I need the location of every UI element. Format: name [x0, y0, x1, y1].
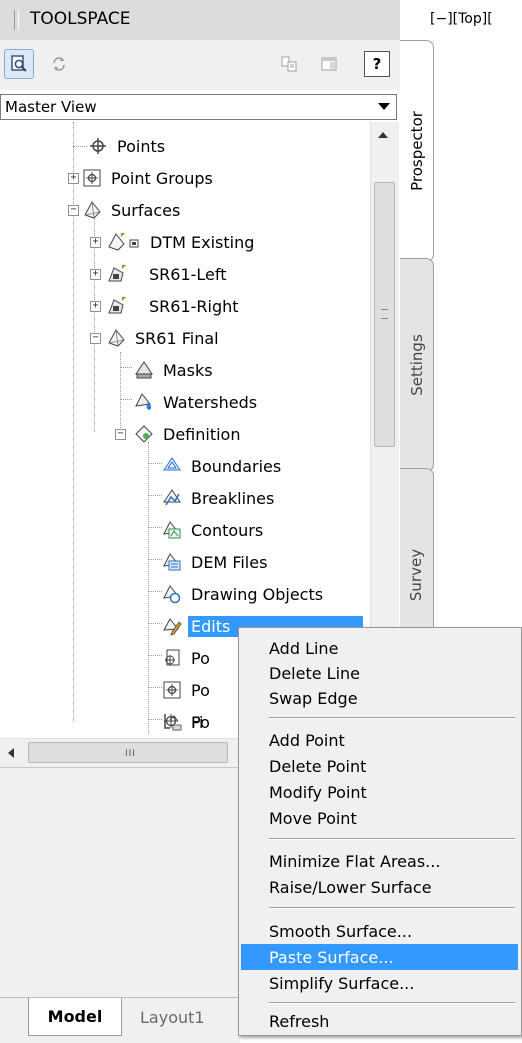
menu-item-delete-point[interactable]: Delete Point	[241, 753, 518, 779]
dem-files-icon	[163, 553, 181, 571]
layout-tab-bar: Model Layout1	[0, 997, 240, 1043]
contours-icon	[163, 521, 181, 539]
menu-separator	[269, 838, 515, 840]
menu-item-swap-edge[interactable]: Swap Edge	[241, 685, 518, 711]
expand-icon[interactable]: +	[90, 237, 101, 248]
tree-item-dem-files[interactable]: DEM Files	[162, 548, 270, 576]
copy-data-button[interactable]	[274, 49, 304, 79]
grid-surface-icon	[108, 297, 126, 314]
item-view-icon	[11, 55, 27, 72]
tree-item-points[interactable]: Points	[88, 132, 168, 160]
menu-item-raise-lower-surface[interactable]: Raise/Lower Surface	[241, 874, 518, 900]
definition-icon	[135, 425, 153, 443]
tree-item-contours[interactable]: Contours	[162, 516, 266, 544]
tree-item-dtm-existing[interactable]: DTM Existing	[106, 228, 257, 256]
menu-item-minimize-flat-areas[interactable]: Minimize Flat Areas...	[241, 848, 518, 874]
menu-item-modify-point[interactable]: Modify Point	[241, 779, 518, 805]
tree-item-figure-survey-queries[interactable]: Fi	[162, 708, 206, 736]
tree-item-masks[interactable]: Masks	[134, 356, 216, 384]
menu-item-add-point[interactable]: Add Point	[241, 727, 518, 753]
chevron-down-icon	[378, 103, 390, 110]
tree-item-surfaces[interactable]: Surfaces	[82, 196, 183, 224]
point-files-icon	[165, 649, 180, 666]
help-button[interactable]: ?	[364, 51, 390, 77]
view-selector-dropdown[interactable]: Master View	[0, 94, 397, 120]
breaklines-icon	[163, 489, 181, 506]
tree-item-sr61-right[interactable]: SR61-Right	[106, 292, 242, 320]
collapse-icon[interactable]: −	[115, 429, 126, 440]
item-view-button[interactable]	[4, 49, 34, 79]
tree-horizontal-scrollbar[interactable]: III	[0, 738, 238, 767]
figure-survey-queries-icon	[164, 714, 182, 731]
menu-item-simplify-surface[interactable]: Simplify Surface...	[241, 970, 518, 996]
viewport-controls-label[interactable]: [−][Top][	[430, 11, 493, 27]
tab-settings[interactable]: Settings	[400, 258, 434, 472]
tree-item-definition[interactable]: Definition	[134, 420, 243, 448]
tree-item-drawing-objects[interactable]: Drawing Objects	[162, 580, 326, 608]
tree-item-sr61-final[interactable]: SR61 Final	[106, 324, 222, 352]
tree-item-point-groups-def[interactable]: Po	[162, 676, 213, 704]
points-icon	[90, 138, 106, 154]
refresh-icon	[53, 57, 65, 71]
collapse-icon[interactable]: −	[90, 333, 101, 344]
tree-item-watersheds[interactable]: Watersheds	[134, 388, 260, 416]
menu-item-refresh[interactable]: Refresh	[241, 1008, 518, 1034]
toolspace-title: TOOLSPACE	[30, 9, 131, 29]
tree-item-point-files[interactable]: Po	[162, 644, 213, 672]
window-icon	[321, 57, 337, 71]
tab-model[interactable]: Model	[28, 998, 122, 1036]
grid-surface-icon	[108, 265, 126, 282]
tin-surface-icon	[108, 329, 125, 347]
titlebar-grip[interactable]	[14, 10, 19, 30]
watersheds-icon	[135, 393, 152, 410]
toolspace-toolbar: ?	[0, 40, 400, 90]
scroll-up-icon[interactable]	[378, 132, 388, 138]
point-groups-icon	[83, 169, 101, 187]
collapse-icon[interactable]: −	[68, 205, 79, 216]
menu-separator	[269, 1002, 515, 1004]
tab-layout1[interactable]: Layout1	[126, 998, 236, 1036]
tab-prospector[interactable]: Prospector	[400, 40, 434, 262]
expand-icon[interactable]: +	[68, 173, 79, 184]
menu-item-paste-surface[interactable]: Paste Surface...	[241, 944, 518, 970]
scroll-left-icon[interactable]	[8, 748, 14, 758]
surfaces-icon	[84, 201, 101, 219]
grip-icon	[381, 309, 388, 319]
expand-icon[interactable]: +	[90, 301, 101, 312]
context-menu: Add Line Delete Line Swap Edge Add Point…	[238, 627, 522, 1036]
edits-icon	[163, 618, 182, 636]
menu-item-smooth-surface[interactable]: Smooth Surface...	[241, 918, 518, 944]
tree-item-boundaries[interactable]: Boundaries	[162, 452, 284, 480]
toolspace-titlebar[interactable]: TOOLSPACE	[0, 0, 400, 41]
expand-icon[interactable]: +	[90, 269, 101, 280]
menu-item-move-point[interactable]: Move Point	[241, 805, 518, 831]
menu-separator	[269, 907, 515, 909]
refresh-button[interactable]	[44, 49, 74, 79]
tree-item-point-groups[interactable]: Point Groups	[82, 164, 216, 192]
vertical-scroll-thumb[interactable]	[374, 182, 395, 447]
copy-icon	[281, 56, 297, 72]
out-of-date-icon	[129, 239, 139, 248]
grip-icon: III	[125, 749, 136, 759]
menu-item-delete-line[interactable]: Delete Line	[241, 660, 518, 686]
view-selector-value: Master View	[5, 98, 97, 116]
menu-item-add-line[interactable]: Add Line	[241, 635, 518, 661]
tree-item-sr61-left[interactable]: SR61-Left	[106, 260, 230, 288]
horizontal-scroll-thumb[interactable]: III	[28, 742, 228, 763]
menu-separator	[269, 717, 515, 719]
point-groups-icon	[163, 681, 181, 699]
masks-icon	[135, 361, 153, 379]
tree-item-breaklines[interactable]: Breaklines	[162, 484, 277, 512]
boundaries-icon	[163, 457, 181, 471]
tin-surface-icon	[108, 233, 125, 251]
toggle-window-button[interactable]	[314, 49, 344, 79]
drawing-objects-icon	[163, 585, 181, 604]
